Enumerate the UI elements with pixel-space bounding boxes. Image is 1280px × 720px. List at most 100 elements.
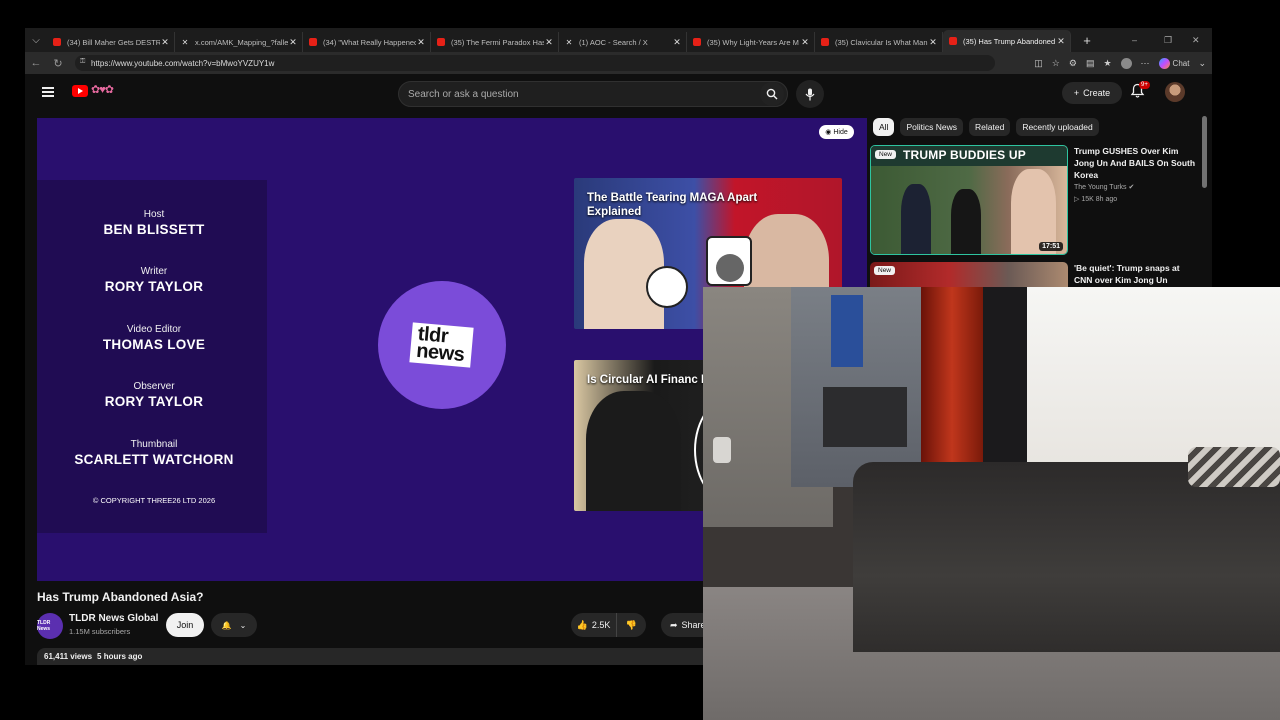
close-tab-icon[interactable]: ✕ <box>672 37 682 48</box>
tab-title: (34) Bill Maher Gets DESTRO <box>67 37 160 47</box>
hide-endscreen-button[interactable]: ◉ Hide <box>819 125 854 139</box>
create-button[interactable]: + Create <box>1062 82 1122 104</box>
chip-recently-uploaded[interactable]: Recently uploaded <box>1016 118 1099 136</box>
join-button[interactable]: Join <box>166 613 204 637</box>
close-tab-icon[interactable]: ✕ <box>288 37 298 48</box>
favorite-star-icon[interactable]: ☆ <box>1052 58 1060 69</box>
dislike-button[interactable]: 👎 <box>617 613 646 637</box>
browser-tab[interactable]: (34) Bill Maher Gets DESTRO ✕ <box>47 32 175 52</box>
chevron-down-icon[interactable]: ⌄ <box>1198 58 1206 69</box>
youtube-logo[interactable] <box>72 85 88 97</box>
youtube-favicon-icon <box>53 38 61 46</box>
tldr-logo-wordmark: tldr news <box>409 322 475 368</box>
recommendation-title[interactable]: Trump GUSHES Over Kim Jong Un And BAILS … <box>1074 145 1198 181</box>
browser-tab[interactable]: (35) Clavicular Is What Mani ✕ <box>815 32 943 52</box>
notifications-button[interactable]: 9+ <box>1130 81 1150 101</box>
thumbs-up-icon: 👍 <box>576 619 588 630</box>
tab-actions-chevron-icon[interactable]: ⌵ <box>25 28 47 52</box>
thumbnail-person <box>586 391 681 511</box>
close-window-icon[interactable]: ✕ <box>1192 28 1200 52</box>
youtube-doodle-logo[interactable]: ✿♥✿ <box>91 83 131 100</box>
channel-name[interactable]: TLDR News Global <box>69 613 158 624</box>
tldr-news-logo[interactable]: tldr news <box>378 281 506 409</box>
microphone-icon <box>805 88 815 100</box>
menu-icon[interactable] <box>42 87 54 97</box>
webcam-pillow <box>1188 447 1280 487</box>
notification-count-badge: 9+ <box>1139 81 1150 89</box>
browser-tab[interactable]: (35) Has Trump Abandoned ✕ <box>943 30 1071 52</box>
thumbnail-person <box>951 189 981 254</box>
new-tab-plus-icon[interactable]: + <box>1077 33 1097 48</box>
maximize-icon[interactable]: ❐ <box>1164 28 1172 52</box>
sidebar-icon[interactable]: ▤ <box>1086 58 1095 69</box>
browser-tab[interactable]: ✕ (1) AOC - Search / X ✕ <box>559 32 687 52</box>
hide-label: Hide <box>833 128 848 136</box>
account-avatar[interactable] <box>1165 82 1185 102</box>
split-screen-icon[interactable]: ◫ <box>1034 58 1043 69</box>
like-button[interactable]: 👍 2.5K <box>571 613 617 637</box>
voice-search-button[interactable] <box>796 80 824 108</box>
youtube-favicon-icon <box>949 37 957 45</box>
search-button[interactable] <box>760 82 784 106</box>
subscription-bell-button[interactable]: 🔔 ⌄ <box>211 613 257 637</box>
webcam-red-curtain <box>921 287 983 467</box>
youtube-favicon-icon <box>693 38 701 46</box>
back-arrow-icon[interactable]: ← <box>25 57 47 69</box>
tab-title: (1) AOC - Search / X <box>579 37 648 47</box>
browser-tab[interactable]: ✕ x.com/AMK_Mapping_?falle ✕ <box>175 32 303 52</box>
search-input[interactable]: Search or ask a question <box>398 81 788 107</box>
webcam-blue-box <box>831 295 863 367</box>
close-tab-icon[interactable]: ✕ <box>544 37 554 48</box>
new-badge: New <box>874 266 896 275</box>
browser-tab[interactable]: (35) The Fermi Paradox Has ✕ <box>431 32 559 52</box>
browser-tab[interactable]: (35) Why Light-Years Are M ✕ <box>687 32 815 52</box>
chip-all[interactable]: All <box>873 118 895 136</box>
channel-avatar[interactable]: TLDR News <box>37 613 63 639</box>
browser-profile-avatar[interactable] <box>1120 57 1132 69</box>
recommendation-item[interactable]: New TRUMP BUDDIES UP 17:51 Trump GUSHES … <box>870 145 1200 257</box>
url-field[interactable]: ⚿ https://www.youtube.com/watch?v=bMwoYV… <box>75 55 995 71</box>
close-tab-icon[interactable]: ✕ <box>160 37 170 48</box>
credit-role: Writer <box>140 266 168 277</box>
more-options-icon[interactable]: ⋯ <box>1141 58 1150 69</box>
favorites-icon[interactable]: ★ <box>1103 58 1111 69</box>
close-tab-icon[interactable]: ✕ <box>928 37 938 48</box>
iran-flag-badge <box>646 266 688 308</box>
extensions-icon[interactable]: ⚙ <box>1069 58 1077 69</box>
youtube-favicon-icon <box>821 38 829 46</box>
credit-role: Observer <box>133 381 175 392</box>
recommendation-channel[interactable]: The Young Turks ✔ <box>1074 183 1134 191</box>
recommendation-title[interactable]: 'Be quiet': Trump snaps at CNN over Kim … <box>1074 262 1198 286</box>
refresh-icon[interactable]: ↻ <box>47 57 69 70</box>
close-tab-icon[interactable]: ✕ <box>416 37 426 48</box>
join-label: Join <box>176 620 194 630</box>
credit-role: Thumbnail <box>130 439 178 450</box>
eye-slash-icon: ◉ <box>825 129 832 136</box>
chip-related[interactable]: Related <box>969 118 1011 136</box>
recommendation-thumbnail[interactable]: New TRUMP BUDDIES UP 17:51 <box>870 145 1068 255</box>
duration-badge: 17:51 <box>1039 242 1063 251</box>
chip-politics-news[interactable]: Politics News <box>900 118 963 136</box>
new-badge: New <box>875 150 897 159</box>
create-label: Create <box>1083 88 1111 98</box>
close-tab-icon[interactable]: ✕ <box>800 37 810 48</box>
credit-video-editor: Video Editor THOMAS LOVE <box>37 324 271 352</box>
browser-tab[interactable]: (34) "What Really Happened ✕ <box>303 32 431 52</box>
youtube-header: ✿♥✿ Search or ask a question + Create 9+ <box>25 74 1212 112</box>
credit-thumbnail: Thumbnail SCARLETT WATCHORN <box>37 439 271 467</box>
sidebar-scrollbar[interactable] <box>1202 116 1207 188</box>
minimize-icon[interactable]: – <box>1132 28 1137 52</box>
bomb-emoji-icon <box>706 236 752 286</box>
site-info-icon[interactable]: ⚿ <box>80 58 87 67</box>
recommendation-meta: ▷ 15K 8h ago <box>1074 195 1117 203</box>
play-count-icon: ▷ <box>1074 196 1080 203</box>
copilot-button[interactable]: Chat <box>1158 57 1189 69</box>
webcam-lamp <box>713 437 731 463</box>
meta-text: 15K 8h ago <box>1081 196 1118 203</box>
like-dislike-group: 👍 2.5K 👎 <box>571 613 646 637</box>
plus-icon: + <box>1073 88 1080 98</box>
youtube-favicon-icon <box>309 38 317 46</box>
address-bar-row: ← ↻ ⚿ https://www.youtube.com/watch?v=bM… <box>25 52 1212 74</box>
close-tab-icon[interactable]: ✕ <box>1056 36 1066 47</box>
credit-role: Host <box>143 209 165 220</box>
